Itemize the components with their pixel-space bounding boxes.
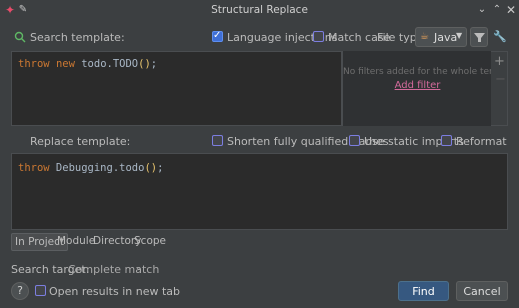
search-template-label: Search template: [30, 31, 125, 44]
filter-toolbar: + − [491, 51, 508, 126]
language-injections-checkbox[interactable] [212, 30, 223, 42]
file-type-value: Java [434, 31, 458, 44]
chevron-down-icon: ▼ [456, 31, 463, 40]
replace-template-code: throw Debugging.todo(); [18, 162, 164, 174]
search-target-value: Complete match [68, 263, 160, 276]
chevron-down-icon[interactable]: ⌄ [475, 2, 489, 18]
open-in-new-tab-checkbox[interactable] [35, 285, 46, 296]
cancel-button[interactable]: Cancel [456, 281, 508, 301]
add-filter-link[interactable]: Add filter [343, 80, 492, 91]
scope-tab-module[interactable]: Module [57, 235, 95, 247]
chevron-down-icon: ⌄ [135, 263, 143, 273]
static-imports-checkbox[interactable] [349, 135, 360, 146]
filter-pane: No filters added for the whole template … [342, 51, 492, 126]
search-template-code: throw new todo.TODO(); [18, 58, 158, 70]
match-case-checkbox[interactable] [313, 31, 324, 42]
open-in-new-tab-label[interactable]: Open results in new tab [49, 285, 180, 298]
java-icon: ☕ [420, 31, 429, 42]
plus-icon[interactable]: + [494, 54, 505, 69]
no-filters-text: No filters added for the whole template [343, 67, 492, 77]
help-icon[interactable]: ? [11, 282, 29, 300]
find-button[interactable]: Find [398, 281, 449, 301]
file-type-dropdown[interactable]: ☕ Java ▼ [415, 27, 467, 47]
search-template-icon [14, 30, 28, 44]
window-title: Structural Replace [211, 4, 308, 16]
shorten-fqn-checkbox[interactable] [212, 135, 223, 146]
scope-tab-scope[interactable]: Scope [134, 235, 166, 247]
wrench-icon[interactable]: 🔧 [493, 30, 507, 44]
search-template-editor[interactable]: throw new todo.TODO(); [11, 51, 342, 126]
replace-template-label: Replace template: [30, 135, 131, 148]
reformat-label[interactable]: Reformat [456, 135, 507, 148]
close-icon[interactable]: ✕ [504, 2, 518, 18]
filter-icon[interactable] [470, 27, 488, 47]
replace-template-editor[interactable]: throw Debugging.todo(); [11, 153, 508, 230]
reformat-checkbox[interactable] [441, 135, 452, 146]
search-target-dropdown[interactable]: Complete match ⌄ [68, 262, 159, 277]
chevron-up-icon[interactable]: ⌃ [490, 2, 504, 18]
minus-icon[interactable]: − [495, 72, 506, 87]
